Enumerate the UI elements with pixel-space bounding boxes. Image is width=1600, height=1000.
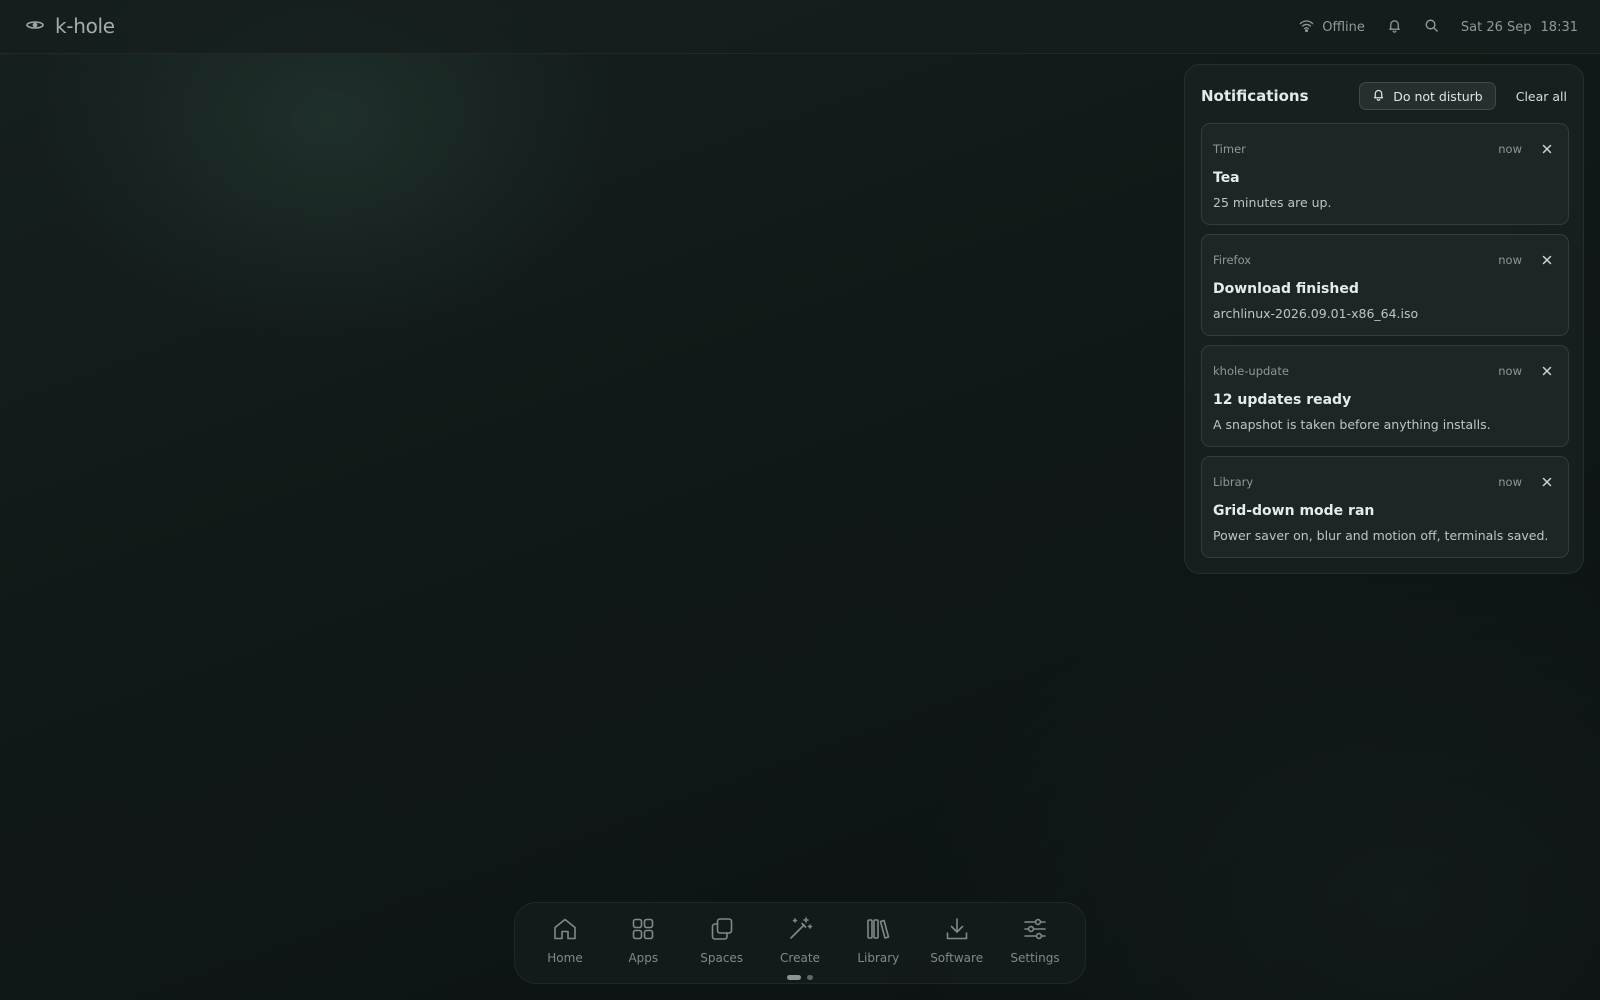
notification-card[interactable]: Timer now Tea 25 minutes are up.	[1201, 123, 1569, 225]
close-icon[interactable]	[1540, 253, 1554, 267]
download-icon	[943, 915, 971, 947]
spaces-icon	[708, 915, 736, 947]
do-not-disturb-button[interactable]: Do not disturb	[1359, 82, 1496, 110]
notification-panel-header: Notifications Do not disturb Clear all	[1201, 81, 1567, 111]
notification-title: Tea	[1213, 170, 1240, 186]
home-icon	[551, 915, 579, 947]
clock[interactable]: Sat 26 Sep 18:31	[1461, 20, 1578, 35]
notification-app: Timer	[1213, 142, 1246, 156]
dock-item-label: Home	[547, 951, 583, 965]
dock: Home Apps Spaces Create Library Software…	[514, 902, 1086, 984]
dock-item-label: Software	[930, 951, 984, 965]
notification-app: khole-update	[1213, 364, 1289, 378]
dock-item-spaces[interactable]: Spaces	[686, 915, 758, 965]
notification-panel: Notifications Do not disturb Clear all T…	[1184, 64, 1584, 574]
network-status-label: Offline	[1322, 19, 1365, 35]
library-books-icon	[864, 915, 892, 947]
notification-title: Download finished	[1213, 281, 1359, 297]
dock-item-label: Apps	[628, 951, 659, 965]
dock-page-indicator	[515, 975, 1085, 980]
notification-body: archlinux-2026.09.01-x86_64.iso	[1213, 306, 1419, 321]
panel-title: Notifications	[1201, 87, 1309, 105]
notification-card[interactable]: Firefox now Download finished archlinux-…	[1201, 234, 1569, 336]
brand-logo-icon	[25, 16, 45, 36]
close-icon[interactable]	[1540, 142, 1554, 156]
bell-icon	[1372, 88, 1385, 104]
notification-time: now	[1498, 364, 1522, 378]
network-status[interactable]: Offline	[1299, 18, 1365, 37]
notification-time: now	[1498, 475, 1522, 489]
dock-item-software[interactable]: Software	[921, 915, 993, 965]
notification-body: Power saver on, blur and motion off, ter…	[1213, 528, 1549, 543]
status-area: Offline Sat 26 Sep 18:31	[1299, 0, 1578, 54]
notification-card[interactable]: khole-update now 12 updates ready A snap…	[1201, 345, 1569, 447]
sliders-icon	[1021, 915, 1049, 947]
page-dot-active[interactable]	[787, 975, 801, 980]
notification-app: Library	[1213, 475, 1254, 489]
bell-icon[interactable]	[1387, 18, 1402, 37]
dock-item-label: Create	[780, 951, 820, 965]
dock-item-label: Library	[857, 951, 900, 965]
brand-name: k-hole	[55, 14, 115, 38]
notification-body: A snapshot is taken before anything inst…	[1213, 417, 1491, 432]
dock-item-library[interactable]: Library	[842, 915, 914, 965]
clear-all-button[interactable]: Clear all	[1516, 89, 1567, 104]
close-icon[interactable]	[1540, 364, 1554, 378]
dock-item-apps[interactable]: Apps	[607, 915, 679, 965]
notification-body: 25 minutes are up.	[1213, 195, 1332, 210]
magic-wand-icon	[786, 915, 814, 947]
notification-time: now	[1498, 253, 1522, 267]
do-not-disturb-label: Do not disturb	[1393, 88, 1483, 104]
close-icon[interactable]	[1540, 475, 1554, 489]
dock-item-label: Settings	[1010, 951, 1060, 965]
dock-item-label: Spaces	[700, 951, 744, 965]
dock-item-settings[interactable]: Settings	[999, 915, 1071, 965]
dock-items: Home Apps Spaces Create Library Software…	[529, 915, 1071, 965]
notification-time: now	[1498, 142, 1522, 156]
wifi-icon	[1299, 18, 1314, 37]
notification-title: 12 updates ready	[1213, 392, 1352, 408]
notification-app: Firefox	[1213, 253, 1252, 267]
clock-time: 18:31	[1540, 19, 1578, 35]
notification-list: Timer now Tea 25 minutes are up. Firefox…	[1201, 123, 1569, 567]
apps-grid-icon	[629, 915, 657, 947]
notification-card[interactable]: Library now Grid-down mode ran Power sav…	[1201, 456, 1569, 558]
dock-item-home[interactable]: Home	[529, 915, 601, 965]
dock-item-create[interactable]: Create	[764, 915, 836, 965]
page-dot[interactable]	[807, 975, 813, 980]
search-icon[interactable]	[1424, 18, 1439, 37]
notification-title: Grid-down mode ran	[1213, 503, 1375, 519]
top-bar: k-hole Offline Sat 26 Sep 18:31	[0, 0, 1600, 54]
brand[interactable]: k-hole	[25, 14, 115, 38]
clock-date: Sat 26 Sep	[1460, 19, 1532, 35]
